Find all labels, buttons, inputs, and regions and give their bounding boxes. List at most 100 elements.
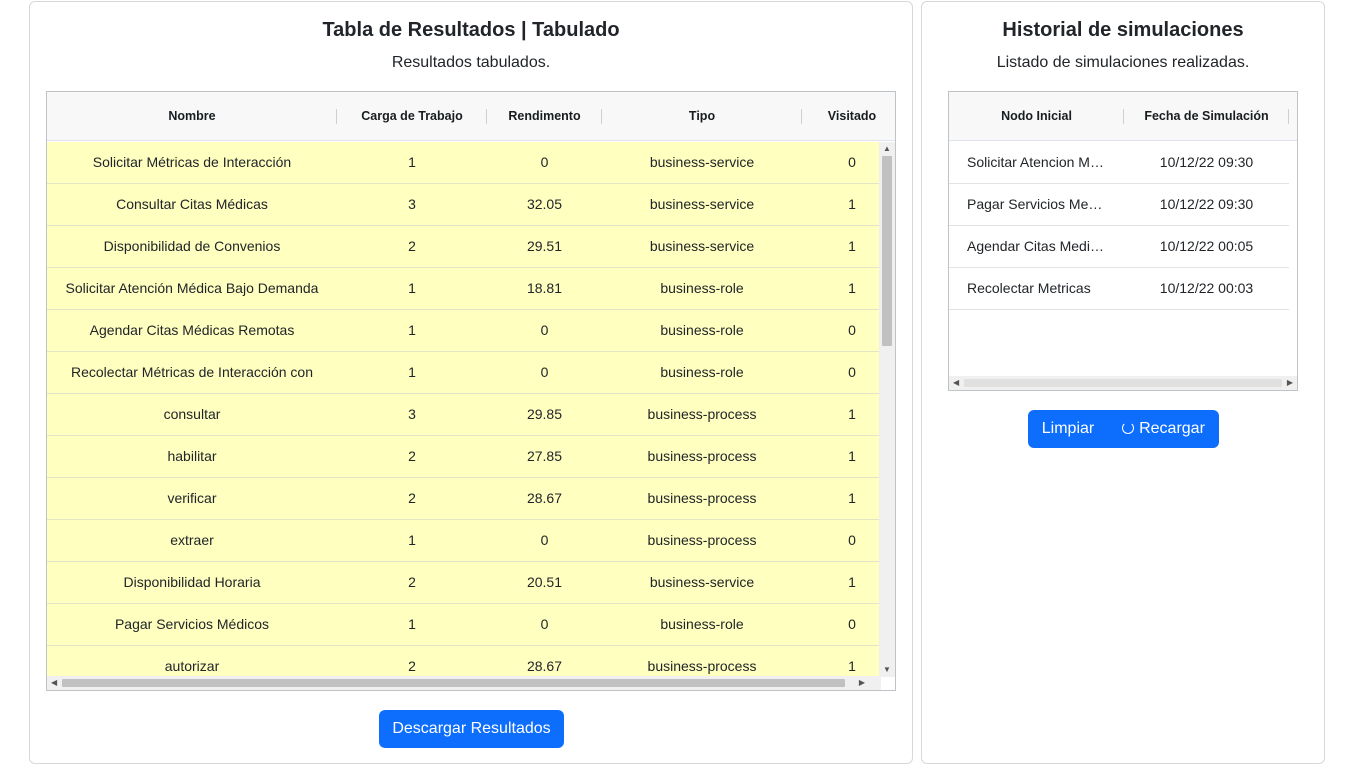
results-vertical-scrollbar[interactable]: ▲ ▼ <box>879 142 895 677</box>
cell-nombre: Pagar Servicios Médicos <box>114 616 270 632</box>
results-horizontal-scroll-thumb[interactable] <box>62 679 845 687</box>
cell-fecha: 10/12/22 09:30 <box>1159 154 1254 170</box>
cell-visitado: 1 <box>848 658 856 674</box>
scroll-left-icon[interactable]: ◀ <box>953 378 959 388</box>
clear-button[interactable]: Limpiar <box>1028 410 1108 448</box>
cell-visitado: 1 <box>848 448 856 464</box>
cell-nombre: extraer <box>170 532 214 548</box>
column-header-nombre[interactable]: Nombre <box>47 92 337 141</box>
cell-tipo: business-process <box>647 532 757 548</box>
cell-nombre: Disponibilidad de Convenios <box>103 238 281 254</box>
cell-tipo: business-role <box>660 322 744 338</box>
results-table: Nombre Carga de Trabajo Rendimento Tipo … <box>46 91 896 691</box>
cell-carga: 2 <box>408 238 416 254</box>
column-header-nodo-inicial[interactable]: Nodo Inicial <box>949 92 1124 141</box>
results-horizontal-scrollbar[interactable]: ◀ ▶ <box>47 676 881 690</box>
cell-fecha: 10/12/22 09:30 <box>1159 196 1254 212</box>
cell-visitado: 1 <box>848 406 856 422</box>
cell-tipo: business-service <box>649 238 755 254</box>
table-row[interactable]: habilitar 2 27.85 business-process 1 <box>47 436 880 478</box>
column-header-tipo[interactable]: Tipo <box>602 92 802 141</box>
results-subtitle: Resultados tabulados. <box>391 54 551 71</box>
history-table-body: Solicitar Atencion Medica10/12/22 09:30P… <box>949 142 1289 377</box>
cell-rendimento: 0 <box>540 616 549 632</box>
scroll-down-icon[interactable]: ▼ <box>883 665 891 675</box>
column-header-fecha[interactable]: Fecha de Simulación <box>1124 92 1289 141</box>
cell-rendimento: 29.51 <box>526 238 563 254</box>
reload-button[interactable]: Recargar <box>1108 410 1219 448</box>
cell-visitado: 1 <box>848 196 856 212</box>
cell-carga: 1 <box>408 280 416 296</box>
cell-nombre: verificar <box>167 490 217 506</box>
results-vertical-scroll-thumb[interactable] <box>882 156 892 346</box>
cell-nombre: Solicitar Atención Médica Bajo Demanda <box>65 280 319 296</box>
list-item[interactable]: Agendar Citas Medicas 10/12/22 00:05 <box>949 226 1289 268</box>
cell-tipo: business-service <box>649 196 755 212</box>
table-row[interactable]: Disponibilidad Horaria 2 20.51 business-ser… <box>47 562 880 604</box>
history-card: Historial de simulaciones Listado de sim… <box>921 1 1325 764</box>
download-results-button[interactable]: Descargar Resultados <box>379 710 564 748</box>
cell-carga: 3 <box>408 406 416 422</box>
history-horizontal-scrollbar[interactable]: ◀ ▶ <box>949 376 1297 390</box>
table-row[interactable]: Recolectar Métricas de Interacción con 1 0… <box>47 352 880 394</box>
results-table-body: Solicitar Métricas de Interacción 1 0 busin… <box>47 142 880 677</box>
results-title: Tabla de Resultados | Tabulado <box>322 19 620 41</box>
table-row[interactable]: extraer 1 0 business-process 0 <box>47 520 880 562</box>
reload-button-label: Recargar <box>1139 420 1205 437</box>
table-row[interactable]: verificar 2 28.67 business-process 1 <box>47 478 880 520</box>
cell-tipo: business-process <box>647 406 757 422</box>
cell-rendimento: 0 <box>540 532 549 548</box>
cell-nombre: habilitar <box>167 448 217 464</box>
column-separator[interactable] <box>1288 109 1289 124</box>
cell-carga: 1 <box>408 322 416 338</box>
cell-carga: 2 <box>408 448 416 464</box>
scroll-right-icon[interactable]: ▶ <box>859 678 865 688</box>
list-item[interactable]: Pagar Servicios Medicos 10/12/22 09:30 <box>949 184 1289 226</box>
table-row[interactable]: Disponibilidad de Convenios 2 29.51 busines… <box>47 226 880 268</box>
table-row[interactable]: Consultar Citas Médicas 3 32.05 business-se… <box>47 184 880 226</box>
history-table: Nodo Inicial Fecha de Simulación Solicit… <box>948 91 1298 391</box>
scroll-left-icon[interactable]: ◀ <box>51 678 57 688</box>
cell-carga: 2 <box>408 490 416 506</box>
cell-rendimento: 0 <box>540 154 549 170</box>
list-item[interactable]: Solicitar Atencion Medica 10/12/22 09:30 <box>949 142 1289 184</box>
table-row[interactable]: Agendar Citas Médicas Remotas 1 0 business-… <box>47 310 880 352</box>
cell-nombre: autorizar <box>164 658 220 674</box>
cell-visitado: 1 <box>848 574 856 590</box>
table-row[interactable]: consultar 3 29.85 business-process 1 <box>47 394 880 436</box>
results-table-header: Nombre Carga de Trabajo Rendimento Tipo … <box>47 92 895 141</box>
scroll-right-icon[interactable]: ▶ <box>1287 378 1293 388</box>
reload-icon <box>1122 422 1135 434</box>
cell-tipo: business-service <box>649 154 755 170</box>
cell-nombre: Disponibilidad Horaria <box>123 574 261 590</box>
cell-fecha: 10/12/22 00:05 <box>1159 238 1254 254</box>
history-horizontal-scroll-thumb[interactable] <box>964 379 1282 387</box>
cell-nodo-inicial: Recolectar Metricas <box>967 280 1091 296</box>
column-header-carga[interactable]: Carga de Trabajo <box>337 92 487 141</box>
list-item[interactable]: Recolectar Metricas 10/12/22 00:03 <box>949 268 1289 310</box>
cell-rendimento: 0 <box>540 322 549 338</box>
history-subtitle: Listado de simulaciones realizadas. <box>996 54 1250 71</box>
cell-visitado: 0 <box>848 154 856 170</box>
cell-visitado: 1 <box>848 490 856 506</box>
table-row[interactable]: Solicitar Métricas de Interacción 1 0 busin… <box>47 142 880 184</box>
column-header-rendimento[interactable]: Rendimento <box>487 92 602 141</box>
cell-visitado: 0 <box>848 364 856 380</box>
cell-rendimento: 0 <box>540 364 549 380</box>
history-actions: Limpiar Recargar <box>1028 410 1219 448</box>
table-row[interactable]: Solicitar Atención Médica Bajo Demanda 1 1… <box>47 268 880 310</box>
cell-carga: 1 <box>408 364 416 380</box>
cell-nombre: consultar <box>163 406 221 422</box>
cell-rendimento: 20.51 <box>526 574 563 590</box>
cell-rendimento: 18.81 <box>526 280 563 296</box>
scroll-up-icon[interactable]: ▲ <box>883 144 891 154</box>
table-row[interactable]: autorizar 2 28.67 business-process 1 <box>47 646 880 677</box>
cell-carga: 1 <box>408 616 416 632</box>
table-row[interactable]: Pagar Servicios Médicos 1 0 business-role 0 <box>47 604 880 646</box>
cell-fecha: 10/12/22 00:03 <box>1159 280 1254 296</box>
cell-nodo-inicial: Solicitar Atencion Medica <box>967 154 1107 170</box>
column-header-visitado[interactable]: Visitado <box>802 92 895 141</box>
cell-tipo: business-role <box>660 280 744 296</box>
cell-nombre: Consultar Citas Médicas <box>116 196 268 212</box>
cell-nombre: Agendar Citas Médicas Remotas <box>89 322 295 338</box>
